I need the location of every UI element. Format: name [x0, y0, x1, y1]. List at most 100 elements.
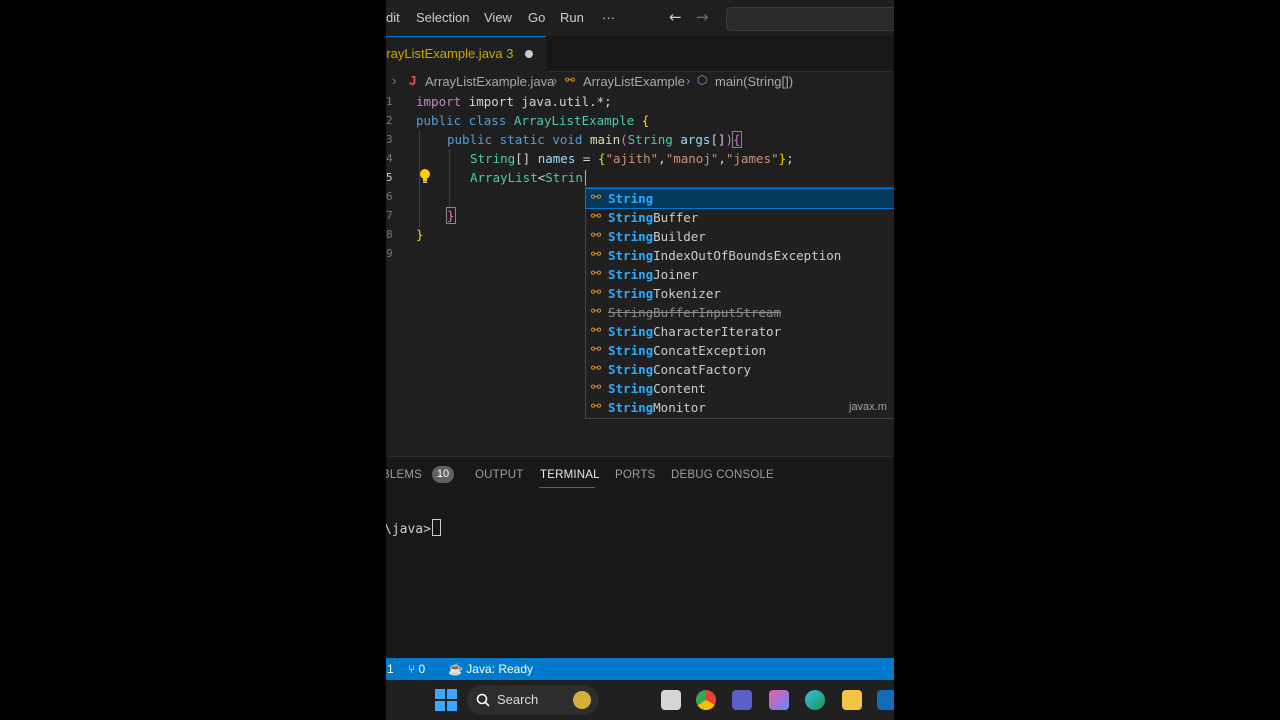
class-icon: ⚯: [591, 247, 602, 261]
code-line-3: public static void main(String args[]){: [447, 131, 742, 148]
code-line-5: ArrayList<Strin: [470, 170, 583, 185]
breadcrumb-file[interactable]: ArrayListExample.java: [425, 74, 554, 89]
suggestion-item[interactable]: ⚯ StringCharacterIterator: [586, 322, 894, 341]
command-center-search[interactable]: [726, 7, 894, 31]
class-icon: ⚯: [591, 285, 602, 299]
taskbar-search-label: Search: [497, 692, 539, 707]
line-number: 9: [386, 247, 392, 260]
class-icon: ⚯: [591, 342, 602, 356]
tab-output[interactable]: OUTPUT: [475, 469, 523, 481]
tab-problem-count: 3: [506, 46, 514, 61]
menu-selection[interactable]: Selection: [416, 10, 469, 25]
menu-go[interactable]: Go: [528, 10, 545, 25]
edge-icon[interactable]: [805, 690, 825, 710]
breadcrumb: › J ArrayListExample.java › ⚯ ArrayListE…: [386, 71, 894, 93]
line-number: 8: [386, 228, 392, 241]
class-icon: ⚯: [591, 190, 602, 204]
bottom-panel: BLEMS 10 OUTPUT TERMINAL PORTS DEBUG CON…: [386, 456, 894, 659]
code-line-2: public class ArrayListExample {: [416, 113, 650, 128]
line-number: 4: [386, 152, 392, 165]
more-menu-icon[interactable]: ···: [602, 10, 615, 25]
suggestion-item[interactable]: ⚯ StringIndexOutOfBoundsException: [586, 246, 894, 265]
suggestion-item[interactable]: ⚯ StringTokenizer: [586, 284, 894, 303]
ports-status[interactable]: ⑂ 0: [408, 662, 425, 676]
suggestion-item[interactable]: ⚯ StringConcatFactory: [586, 360, 894, 379]
back-arrow-icon[interactable]: ←: [669, 8, 682, 26]
indent-guide: [449, 149, 450, 209]
class-icon: ⚯: [565, 73, 576, 87]
suggestion-item-deprecated[interactable]: ⚯ StringBufferInputStream: [586, 303, 894, 322]
search-icon: [476, 693, 490, 707]
suggestion-detail: javax.m: [849, 401, 887, 413]
class-icon: ⚯: [591, 228, 602, 242]
tab-problems[interactable]: BLEMS: [386, 469, 422, 481]
java-file-icon: J: [409, 73, 417, 88]
method-icon: ⬡: [697, 73, 708, 87]
suggestion-item[interactable]: ⚯ StringJoiner: [586, 265, 894, 284]
code-line-8: }: [416, 227, 424, 242]
line-number: 7: [386, 209, 392, 222]
chevron-right-icon: ›: [553, 73, 558, 88]
suggestion-item[interactable]: ⚯ StringContent: [586, 379, 894, 398]
suggest-widget: ⚯ String ⚯ StringBuffer ⚯ StringBuilder …: [585, 187, 894, 419]
suggestion-item[interactable]: ⚯ StringConcatException: [586, 341, 894, 360]
class-icon: ⚯: [591, 361, 602, 375]
chevron-right-icon: ›: [392, 73, 397, 88]
editor-tab-bar: rrayListExample.java 3: [386, 36, 894, 72]
suggestion-item[interactable]: ⚯ String: [585, 188, 894, 209]
terminal-prompt[interactable]: \java>: [386, 519, 441, 537]
class-icon: ⚯: [591, 266, 602, 280]
class-icon: ⚯: [591, 380, 602, 394]
copilot-icon[interactable]: [769, 690, 789, 710]
file-explorer-window-icon[interactable]: [661, 690, 681, 710]
breadcrumb-class[interactable]: ArrayListExample: [583, 74, 685, 89]
ports-icon: ⑂: [408, 662, 416, 676]
class-icon: ⚯: [591, 323, 602, 337]
code-line-1: import import java.util.*;: [416, 94, 612, 109]
line-number: 5: [386, 171, 392, 184]
java-status-icon: ☕: [448, 662, 463, 676]
error-count[interactable]: 1: [387, 662, 394, 676]
suggestion-item[interactable]: ⚯ StringBuffer: [586, 208, 894, 227]
code-line-4: String[] names = {"ajith","manoj","james…: [470, 151, 794, 166]
status-bar: 1 ⑂ 0 ☕ Java: Ready: [386, 658, 894, 680]
class-icon: ⚯: [591, 304, 602, 318]
tab-ports[interactable]: PORTS: [615, 469, 655, 481]
windows-taskbar: Search: [386, 680, 894, 720]
forward-arrow-icon[interactable]: →: [696, 8, 709, 26]
widget-icon: [573, 691, 591, 709]
folder-icon[interactable]: [842, 690, 862, 710]
class-icon: ⚯: [591, 209, 602, 223]
menu-edit[interactable]: dit: [386, 10, 400, 25]
teams-icon[interactable]: [732, 690, 752, 710]
taskbar-search[interactable]: Search: [467, 685, 599, 715]
class-icon: ⚯: [591, 399, 602, 413]
tab-label: rrayListExample.java 3: [386, 46, 514, 61]
active-tab-indicator: [539, 487, 595, 488]
menu-bar: dit Selection View Go Run ··· ← →: [386, 0, 894, 36]
chevron-right-icon: ›: [686, 73, 691, 88]
chrome-icon[interactable]: [696, 690, 716, 710]
vscode-window: dit Selection View Go Run ··· ← → rrayLi…: [386, 0, 894, 720]
windows-start-icon[interactable]: [435, 689, 457, 711]
code-line-7: }: [446, 207, 456, 224]
problems-count-badge: 10: [432, 466, 454, 483]
line-number: 3: [386, 133, 392, 146]
suggestion-item[interactable]: ⚯ StringMonitor javax.m: [586, 398, 894, 417]
suggestion-item[interactable]: ⚯ StringBuilder: [586, 227, 894, 246]
tab-debug-console[interactable]: DEBUG CONSOLE: [671, 469, 774, 481]
terminal-cursor: [431, 519, 441, 536]
text-cursor: [585, 170, 586, 186]
outlook-icon[interactable]: [877, 690, 894, 710]
unsaved-dot-icon[interactable]: [525, 50, 533, 58]
line-number: 6: [386, 190, 392, 203]
lightbulb-icon[interactable]: [418, 168, 432, 184]
line-number: 2: [386, 114, 392, 127]
menu-run[interactable]: Run: [560, 10, 584, 25]
tab-arraylistexample[interactable]: rrayListExample.java 3: [386, 36, 546, 72]
breadcrumb-method[interactable]: main(String[]): [715, 74, 793, 89]
java-status[interactable]: ☕ Java: Ready: [448, 662, 533, 676]
menu-view[interactable]: View: [484, 10, 512, 25]
line-number: 1: [386, 95, 392, 108]
tab-terminal[interactable]: TERMINAL: [540, 469, 600, 481]
